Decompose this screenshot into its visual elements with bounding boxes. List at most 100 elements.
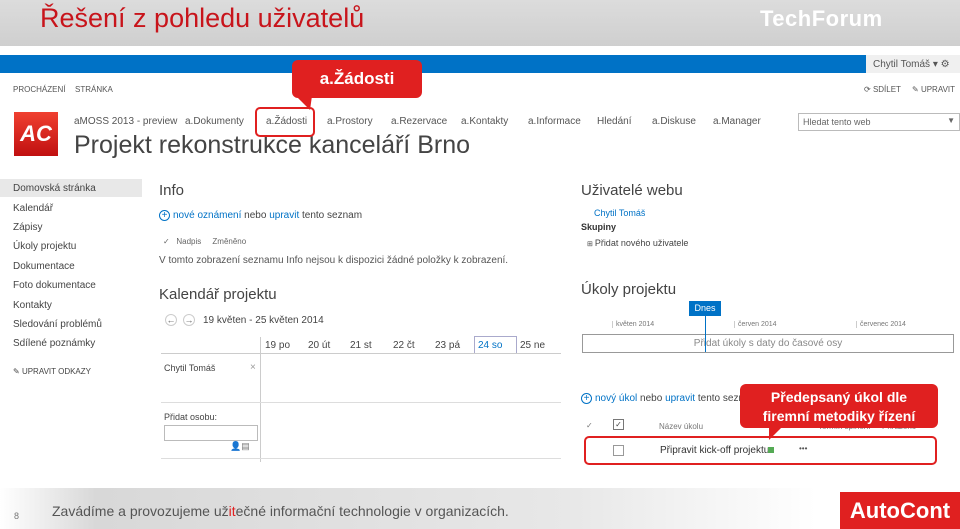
techforum-logo: TechForum — [760, 6, 883, 31]
pencil-icon: ✎ — [912, 85, 919, 94]
nav-rezervace[interactable]: a.Rezervace — [391, 116, 447, 127]
check-icon[interactable]: ✓ — [586, 421, 593, 430]
timeline-month: květen 2014 — [612, 321, 654, 328]
close-icon[interactable]: × — [250, 362, 256, 373]
share-icon: ⟳ — [864, 85, 871, 94]
tab-browse[interactable]: PROCHÁZENÍ — [13, 85, 65, 94]
info-empty: V tomto zobrazení seznamu Info nejsou k … — [159, 255, 509, 266]
leftnav-tasks[interactable]: Úkoly projektu — [13, 241, 76, 252]
pencil-icon: ✎ — [13, 367, 22, 376]
autocont-logo: AutoCont — [840, 492, 960, 529]
day-header[interactable]: 20 út — [308, 340, 330, 351]
nav-diskuse[interactable]: a.Diskuse — [652, 116, 696, 127]
calendar-range: 19 květen - 25 květen 2014 — [203, 315, 324, 326]
tagline-part: ečné informační technologie v organizací… — [235, 503, 509, 519]
plus-icon[interactable]: + — [581, 393, 592, 404]
leftnav-photos[interactable]: Foto dokumentace — [13, 280, 96, 291]
chevron-down-icon[interactable]: ▼ — [947, 116, 955, 125]
nav-amoss[interactable]: aMOSS 2013 - preview — [74, 116, 177, 127]
plus-icon[interactable]: + — [159, 210, 170, 221]
tagline-highlight: it — [228, 503, 236, 519]
day-header[interactable]: 19 po — [265, 340, 290, 351]
divider — [161, 402, 561, 403]
expand-icon: ⊞ — [587, 241, 595, 248]
day-header[interactable]: 22 čt — [393, 340, 415, 351]
leftnav-docs[interactable]: Dokumentace — [13, 261, 75, 272]
tagline-part: Zavádíme a provozujeme už — [52, 503, 229, 519]
edit-label: UPRAVIT — [920, 85, 956, 94]
suite-bar — [0, 55, 866, 73]
rest-text: tento seznam — [302, 210, 363, 221]
calendar-person: Chytil Tomáš — [164, 363, 216, 373]
add-person-input[interactable] — [164, 425, 258, 441]
users-user-link[interactable]: Chytil Tomáš — [594, 208, 645, 218]
search-input[interactable]: Hledat tento web ▼ — [798, 113, 960, 131]
day-header[interactable]: 21 st — [350, 340, 372, 351]
edit-links-label: UPRAVIT ODKAZY — [21, 367, 91, 376]
leftnav-issues[interactable]: Sledování problémů — [13, 319, 102, 330]
gear-icon[interactable]: ⚙ — [941, 59, 950, 70]
day-header-today[interactable]: 24 so — [478, 340, 502, 351]
add-user-link[interactable]: ⊞ Přidat nového uživatele — [587, 238, 688, 248]
add-user-label: Přidat nového uživatele — [594, 238, 689, 248]
callout-task: Předepsaný úkol dle firemní metodiky říz… — [740, 384, 938, 428]
new-task-link[interactable]: nový úkol — [595, 393, 637, 404]
col-modified[interactable]: Změněno — [212, 237, 246, 246]
col-task-name[interactable]: Název úkolu — [659, 422, 703, 431]
tasks-title: Úkoly projektu — [581, 281, 677, 298]
edit-list-link[interactable]: upravit — [269, 210, 299, 221]
col-title[interactable]: Nadpis — [176, 237, 201, 246]
tab-page[interactable]: STRÁNKA — [75, 85, 113, 94]
user-link-label: Chytil Tomáš — [594, 208, 646, 218]
address-book-icon[interactable]: 👤▤ — [230, 441, 250, 452]
share-button[interactable]: ⟳ SDÍLET — [864, 85, 901, 94]
nav-manager[interactable]: a.Manager — [713, 116, 761, 127]
info-new-row: + nové oznámení nebo upravit tento seznam — [159, 210, 362, 221]
highlight-task — [584, 436, 937, 465]
divider — [260, 337, 261, 462]
timeline-month: červen 2014 — [734, 321, 777, 328]
nav-prostory[interactable]: a.Prostory — [327, 116, 373, 127]
info-title: Info — [159, 182, 185, 199]
slide-title: Řešení z pohledu uživatelů — [40, 3, 365, 33]
add-person-label: Přidat osobu: — [164, 412, 218, 422]
new-announcement-link[interactable]: nové oznámení — [173, 210, 241, 221]
leftnav-notes[interactable]: Zápisy — [13, 222, 42, 233]
ribbon: PROCHÁZENÍ STRÁNKA ⟳ SDÍLET ✎ UPRAVIT — [0, 73, 960, 103]
nav-hledani[interactable]: Hledání — [597, 116, 631, 127]
page-number: 8 — [14, 511, 20, 521]
leftnav-home[interactable]: Domovská stránka — [13, 183, 96, 194]
footer-tagline: Zavádíme a provozujeme užitečné informač… — [52, 503, 509, 519]
day-header[interactable]: 23 pá — [435, 340, 460, 351]
select-all-checkbox[interactable]: ✓ — [613, 419, 624, 430]
nav-dokumenty[interactable]: a.Dokumenty — [185, 116, 244, 127]
edit-button[interactable]: ✎ UPRAVIT — [912, 85, 955, 94]
leftnav-contacts[interactable]: Kontakty — [13, 300, 52, 311]
leftnav-shared-notes[interactable]: Sdílené poznámky — [13, 338, 95, 349]
share-label: SDÍLET — [872, 85, 901, 94]
info-columns: ✓ Nadpis Změněno — [163, 237, 246, 246]
edit-tasks-link[interactable]: upravit — [665, 393, 695, 404]
or-text: nebo — [640, 393, 663, 404]
timeline-bar[interactable]: Přidat úkoly s daty do časové osy — [582, 334, 954, 353]
search-placeholder: Hledat tento web — [803, 117, 871, 127]
or-text: nebo — [244, 210, 267, 221]
edit-links[interactable]: ✎ UPRAVIT ODKAZY — [13, 367, 91, 376]
calendar-title: Kalendář projektu — [159, 286, 277, 303]
callout-zadosti: a.Žádosti — [292, 60, 422, 98]
next-arrow-icon[interactable]: → — [183, 314, 195, 326]
groups-label: Skupiny — [581, 222, 617, 232]
check-icon[interactable]: ✓ — [163, 237, 170, 246]
site-logo[interactable]: AC — [14, 112, 58, 156]
timeline-month: červenec 2014 — [856, 321, 906, 328]
leftnav-calendar[interactable]: Kalendář — [13, 203, 53, 214]
nav-informace[interactable]: a.Informace — [528, 116, 581, 127]
divider — [161, 458, 561, 459]
day-header[interactable]: 25 ne — [520, 340, 545, 351]
prev-arrow-icon[interactable]: ← — [165, 314, 177, 326]
user-menu[interactable]: Chytil Tomáš ▾ ⚙ — [866, 55, 960, 73]
highlight-zadosti — [255, 107, 315, 137]
users-title: Uživatelé webu — [581, 182, 683, 199]
nav-kontakty[interactable]: a.Kontakty — [461, 116, 508, 127]
today-marker: Dnes — [689, 301, 721, 316]
